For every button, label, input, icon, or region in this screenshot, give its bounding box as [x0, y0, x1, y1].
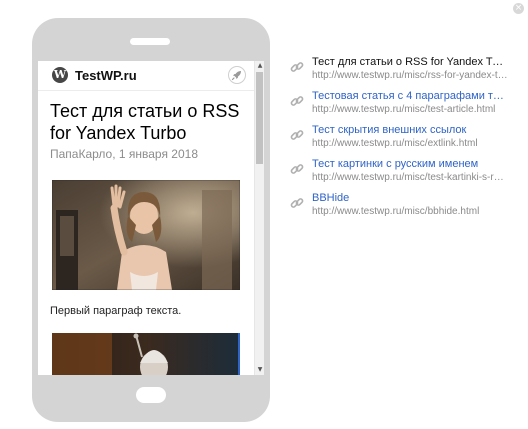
article-url: http://www.testwp.ru/misc/bbhide.html [312, 206, 480, 217]
article-url: http://www.testwp.ru/misc/extlink.html [312, 138, 478, 149]
phone-preview: W TestWP.ru Тест для статьи о RSS for Ya… [32, 18, 270, 422]
link-icon [290, 130, 304, 140]
article-title-link[interactable]: Тест картинки с русским именем [312, 158, 508, 171]
link-icon [290, 96, 304, 106]
article-title-link[interactable]: BBHide [312, 192, 508, 205]
scrollbar[interactable]: ▲ ▼ [254, 61, 264, 375]
list-item[interactable]: BBHide http://www.testwp.ru/misc/bbhide.… [290, 192, 510, 226]
article-list: Тест для статьи о RSS for Yandex Turbo h… [290, 56, 510, 226]
phone-speaker [130, 38, 170, 45]
hero-photo [52, 180, 240, 290]
phone-home-button [136, 387, 166, 403]
close-icon[interactable]: × [513, 3, 524, 14]
site-name: TestWP.ru [75, 68, 137, 83]
turbo-page-preview: W TestWP.ru Тест для статьи о RSS for Ya… [38, 61, 264, 375]
article-title-link[interactable]: Тест для статьи о RSS for Yandex Turbo [312, 56, 508, 69]
second-photo [52, 333, 240, 375]
list-item[interactable]: Тест скрытия внешних ссылок http://www.t… [290, 124, 510, 158]
wordpress-logo-icon: W [52, 67, 68, 83]
scroll-down-arrow-icon[interactable]: ▼ [255, 365, 264, 375]
list-item[interactable]: Тест для статьи о RSS for Yandex Turbo h… [290, 56, 510, 90]
article-url: http://www.testwp.ru/misc/rss-for-yandex… [312, 70, 508, 81]
link-icon [290, 164, 304, 174]
article-title-link[interactable]: Тест скрытия внешних ссылок [312, 124, 508, 137]
rocket-icon[interactable] [228, 66, 246, 84]
link-icon [290, 198, 304, 208]
list-item[interactable]: Тестовая статья с 4 параграфами текста и… [290, 90, 510, 124]
turbo-header: W TestWP.ru [38, 61, 254, 91]
article-title: Тест для статьи о RSS for Yandex Turbo [50, 101, 240, 143]
scroll-up-arrow-icon[interactable]: ▲ [255, 61, 264, 71]
link-icon [290, 62, 304, 72]
list-item[interactable]: Тест картинки с русским именем http://ww… [290, 158, 510, 192]
article-url: http://www.testwp.ru/misc/test-kartinki-… [312, 172, 508, 183]
article-paragraph: Первый параграф текста. [50, 305, 182, 317]
article-url: http://www.testwp.ru/misc/test-article.h… [312, 104, 496, 115]
scroll-thumb[interactable] [256, 72, 263, 164]
article-title-link[interactable]: Тестовая статья с 4 параграфами текста и [312, 90, 508, 103]
article-meta: ПапаКарло, 1 января 2018 [50, 147, 198, 161]
